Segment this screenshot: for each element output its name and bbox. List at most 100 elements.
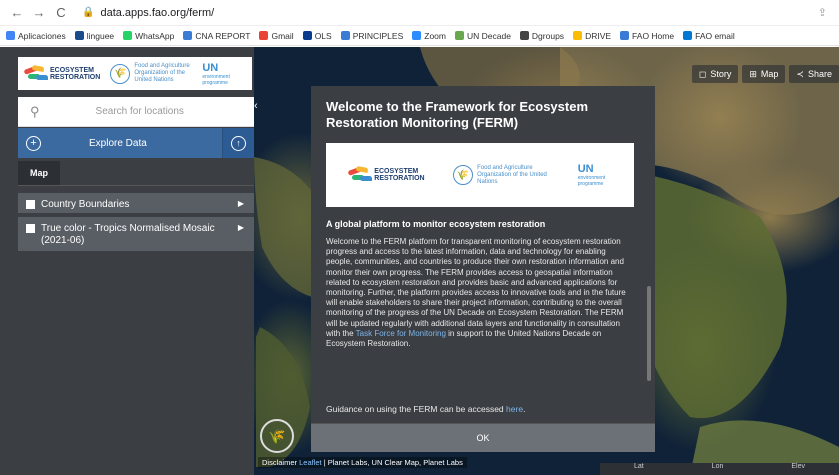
map-label: Map bbox=[760, 69, 779, 79]
dialog-body: Welcome to the FERM platform for transpa… bbox=[326, 237, 631, 349]
sprout-icon bbox=[23, 64, 48, 82]
share-label: Share bbox=[807, 69, 832, 79]
fao-seal-icon: 🌾 bbox=[453, 165, 474, 185]
fao-logo: 🌾 Food and Agriculture Organization of t… bbox=[453, 165, 549, 186]
search-icon: ⚲ bbox=[30, 103, 40, 119]
share-page-icon[interactable]: ⇪ bbox=[818, 6, 827, 19]
bookmark-favicon-icon bbox=[123, 31, 133, 40]
chevron-right-icon[interactable]: ▶ bbox=[238, 223, 244, 232]
welcome-dialog: Welcome to the Framework for Ecosystem R… bbox=[311, 86, 655, 452]
explore-data-label: Explore Data bbox=[89, 137, 147, 149]
bookmark-item[interactable]: FAO Home bbox=[620, 31, 674, 41]
bookmarks-bar: Aplicaciones linguee WhatsApp CNA REPORT Gma… bbox=[0, 26, 839, 46]
chevron-right-icon[interactable]: ▶ bbox=[238, 199, 244, 208]
un-decade-wordmark: ECOSYSTEM RESTORATION bbox=[374, 168, 425, 182]
layer-country-boundaries[interactable]: Country Boundaries ▶ bbox=[18, 193, 254, 213]
back-button[interactable]: ← bbox=[8, 5, 26, 20]
bookmark-favicon-icon bbox=[412, 31, 422, 40]
dialog-body-text: Welcome to the FERM platform for transpa… bbox=[326, 237, 626, 338]
bookmark-item[interactable]: Gmail bbox=[259, 30, 294, 41]
bookmark-item[interactable]: DRIVE bbox=[573, 31, 611, 41]
dialog-partner-logos: ECOSYSTEM RESTORATION 🌾 Food and Agricult… bbox=[326, 143, 634, 207]
address-bar[interactable]: data.apps.fao.org/ferm/ bbox=[100, 7, 214, 19]
bookmark-favicon-icon bbox=[620, 31, 630, 40]
sprout-icon bbox=[347, 165, 373, 183]
explore-data-button[interactable]: + Explore Data ↑ bbox=[18, 128, 254, 158]
bookmark-item[interactable]: OLS bbox=[302, 30, 332, 41]
disclaimer-text[interactable]: Disclaimer bbox=[262, 458, 297, 467]
dialog-subtitle: A global platform to monitor ecosystem r… bbox=[326, 219, 546, 229]
bookmark-favicon-icon bbox=[302, 31, 312, 40]
layer-label: Country Boundaries bbox=[41, 199, 130, 210]
fao-emblem-icon: 🌾 bbox=[260, 419, 294, 453]
map-grid-icon: ⊞ bbox=[749, 68, 757, 79]
dialog-title: Welcome to the Framework for Ecosystem R… bbox=[326, 99, 589, 130]
layer-checkbox[interactable] bbox=[26, 224, 35, 233]
un-decade-wordmark: ECOSYSTEM RESTORATION bbox=[50, 66, 101, 81]
bookmark-label: linguee bbox=[86, 30, 115, 41]
map-toolbar: ◻ Story ⊞ Map ≺ Share bbox=[688, 65, 839, 83]
share-icon: ≺ bbox=[796, 68, 804, 79]
story-button[interactable]: ◻ Story bbox=[691, 65, 739, 83]
browser-toolbar: ← → C 🔒 data.apps.fao.org/ferm/ ⇪ bbox=[0, 0, 839, 26]
sidebar: ECOSYSTEM RESTORATION 🌾 Food and Agricult… bbox=[0, 47, 254, 475]
tab-map[interactable]: Map bbox=[18, 161, 60, 185]
bookmark-label: FAO Home bbox=[632, 30, 675, 41]
forward-button[interactable]: → bbox=[30, 5, 48, 20]
bookmark-favicon-icon bbox=[6, 31, 15, 40]
bookmark-label: OLS bbox=[314, 30, 332, 41]
layer-checkbox[interactable] bbox=[26, 200, 35, 209]
un-decade-logo: ECOSYSTEM RESTORATION bbox=[23, 64, 101, 82]
bookmark-label: Gmail bbox=[271, 30, 294, 41]
layer-true-color-mosaic[interactable]: True color - Tropics Normalised Mosaic (… bbox=[18, 217, 254, 251]
bookmark-favicon-icon bbox=[683, 31, 693, 40]
bookmark-item[interactable]: PRINCIPLES bbox=[340, 30, 404, 41]
guidance-link[interactable]: here bbox=[506, 404, 523, 414]
dialog-scrollbar[interactable] bbox=[647, 286, 651, 381]
lat-label: Lat bbox=[633, 463, 644, 470]
collapse-sidebar-icon[interactable]: ‹ bbox=[254, 99, 262, 113]
bookmark-label: Zoom bbox=[424, 30, 446, 41]
bookmark-label: PRINCIPLES bbox=[352, 30, 404, 41]
bookmark-favicon-icon bbox=[74, 31, 84, 40]
dialog-guidance: Guidance on using the FERM can be access… bbox=[326, 404, 526, 414]
bookmark-label: WhatsApp bbox=[135, 30, 175, 41]
reload-button[interactable]: C bbox=[52, 5, 70, 20]
lock-icon: 🔒 bbox=[82, 7, 95, 18]
unep-subtext: environment programme bbox=[577, 175, 606, 187]
fao-seal-icon: 🌾 bbox=[110, 63, 131, 84]
coordinate-readout: Lat Lon Elev bbox=[600, 463, 839, 475]
bookmark-item[interactable]: linguee bbox=[74, 30, 115, 41]
bookmark-item[interactable]: UN Decade bbox=[454, 31, 511, 41]
bookmark-item[interactable]: Dgroups bbox=[519, 31, 564, 41]
share-button[interactable]: ≺ Share bbox=[789, 65, 839, 83]
bookmark-favicon-icon bbox=[454, 31, 464, 40]
partner-logos: ECOSYSTEM RESTORATION 🌾 Food and Agricult… bbox=[18, 57, 252, 90]
bookmark-item[interactable]: Aplicaciones bbox=[6, 31, 66, 41]
unep-wordmark: UN bbox=[202, 61, 219, 74]
bookmark-favicon-icon bbox=[340, 31, 350, 40]
attribution-text: | Planet Labs, UN Clear Map, Planet Labs bbox=[323, 458, 463, 467]
task-force-link[interactable]: Task Force for Monitoring bbox=[356, 329, 446, 338]
tab-divider bbox=[18, 185, 254, 186]
fao-logo: 🌾 Food and Agriculture Organization of t… bbox=[110, 63, 194, 84]
bookmark-item[interactable]: CNA REPORT bbox=[183, 31, 250, 41]
unep-wordmark: UN bbox=[577, 163, 594, 175]
location-search[interactable]: ⚲ Search for locations bbox=[18, 97, 254, 127]
leaflet-link[interactable]: Leaflet bbox=[299, 458, 322, 467]
bookmark-favicon-icon bbox=[573, 31, 583, 40]
bookmark-item[interactable]: Zoom bbox=[412, 31, 446, 41]
unep-logo: UN environment programme bbox=[202, 62, 232, 86]
layer-label: True color - Tropics Normalised Mosaic (… bbox=[41, 223, 215, 246]
upload-button[interactable]: ↑ bbox=[222, 128, 254, 158]
search-input[interactable]: Search for locations bbox=[96, 106, 184, 117]
bookmark-label: CNA REPORT bbox=[195, 30, 251, 41]
ok-button[interactable]: OK bbox=[311, 423, 655, 452]
upload-icon: ↑ bbox=[231, 135, 246, 151]
map-view-button[interactable]: ⊞ Map bbox=[742, 65, 786, 83]
app-area: ◻ Story ⊞ Map ≺ Share ECOSYSTEM RESTORATI… bbox=[0, 47, 839, 475]
bookmark-item[interactable]: WhatsApp bbox=[123, 31, 174, 41]
bookmark-item[interactable]: FAO email bbox=[683, 31, 735, 41]
unep-subtext: environment programme bbox=[202, 73, 230, 86]
story-icon: ◻ bbox=[698, 68, 707, 79]
